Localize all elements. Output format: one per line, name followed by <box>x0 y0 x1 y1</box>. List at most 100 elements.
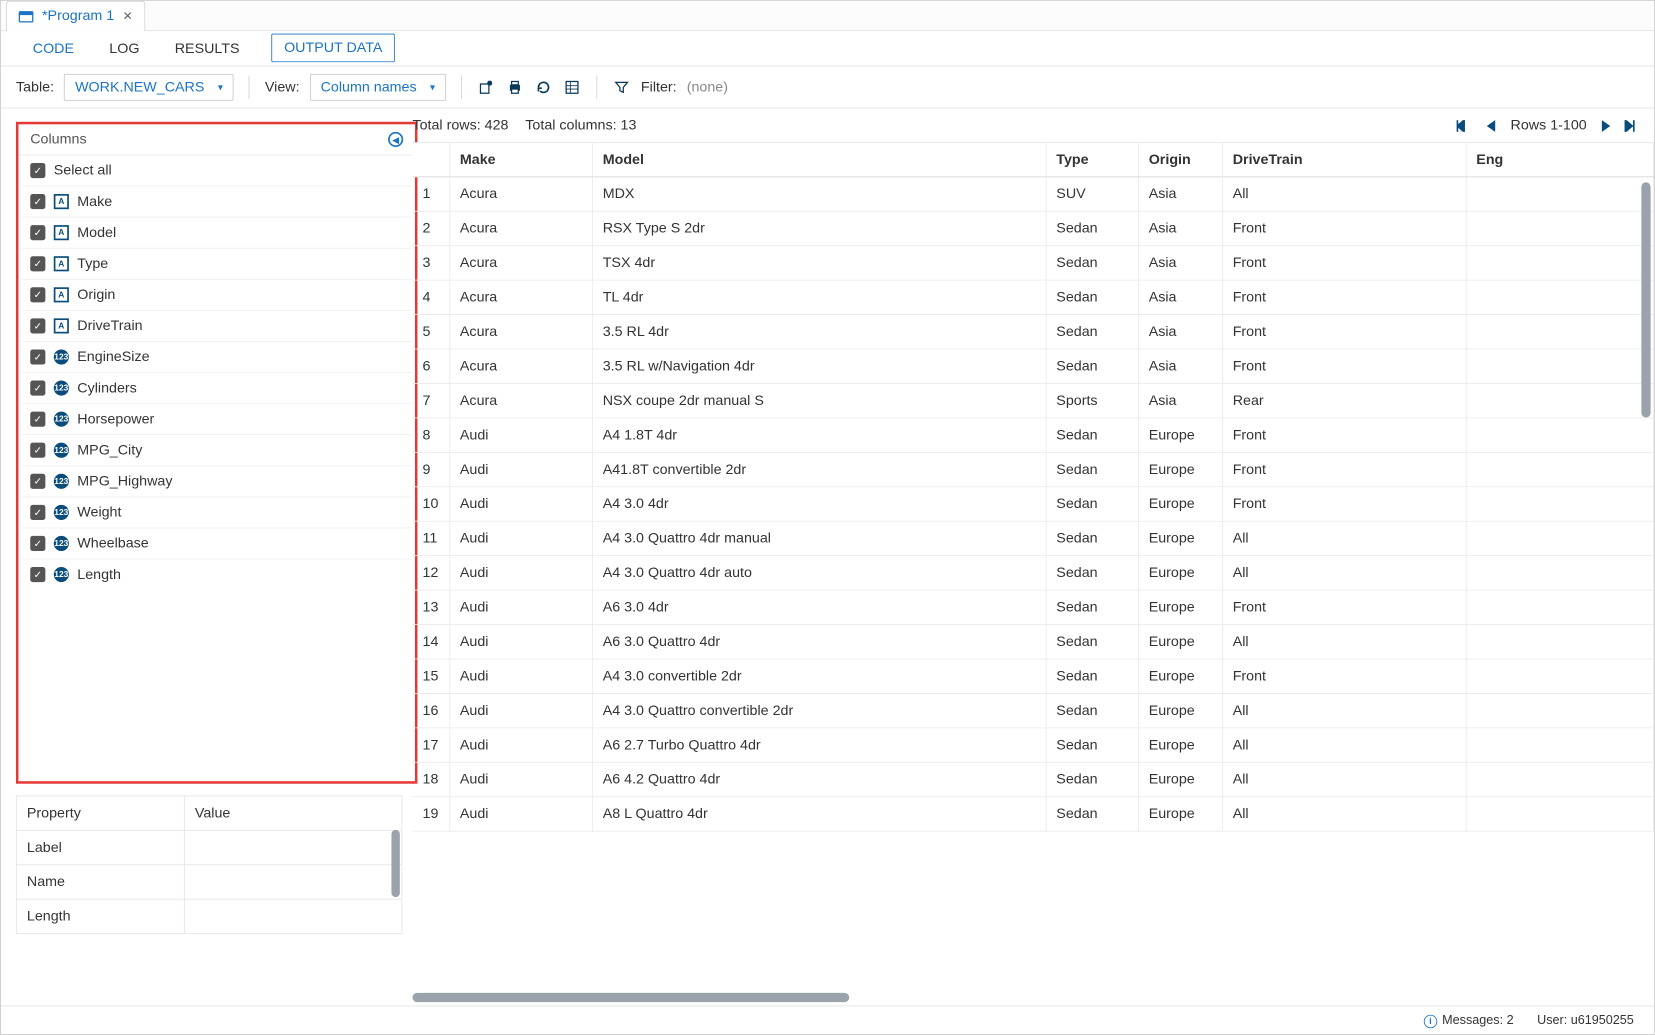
table-row[interactable]: 2AcuraRSX Type S 2drSedanAsiaFront <box>412 211 1653 245</box>
cell: Europe <box>1138 487 1222 521</box>
view-select[interactable]: Column names ▾ <box>310 74 446 101</box>
checkbox-icon[interactable]: ✓ <box>30 443 45 458</box>
cell: Audi <box>449 590 592 624</box>
cell: Europe <box>1138 728 1222 762</box>
filter-icon[interactable] <box>612 78 630 96</box>
col-header[interactable]: Make <box>449 142 592 176</box>
column-row[interactable]: ✓AType <box>22 249 412 280</box>
prop-scrollbar[interactable] <box>391 830 399 897</box>
nav-first-icon[interactable] <box>1457 117 1474 134</box>
table-row[interactable]: 12AudiA4 3.0 Quattro 4dr autoSedanEurope… <box>412 556 1653 590</box>
table-row[interactable]: 3AcuraTSX 4drSedanAsiaFront <box>412 246 1653 280</box>
table-row[interactable]: 5Acura3.5 RL 4drSedanAsiaFront <box>412 315 1653 349</box>
tab-code[interactable]: CODE <box>29 32 77 66</box>
nav-prev-icon[interactable] <box>1485 117 1498 134</box>
table-row[interactable]: 6Acura3.5 RL w/Navigation 4drSedanAsiaFr… <box>412 349 1653 383</box>
checkbox-icon[interactable]: ✓ <box>30 256 45 271</box>
checkbox-icon[interactable]: ✓ <box>30 474 45 489</box>
table-row[interactable]: 16AudiA4 3.0 Quattro convertible 2drSeda… <box>412 693 1653 727</box>
col-header[interactable]: Origin <box>1138 142 1222 176</box>
checkbox-icon[interactable]: ✓ <box>30 536 45 551</box>
col-header[interactable]: DriveTrain <box>1222 142 1466 176</box>
column-row[interactable]: ✓123MPG_Highway <box>22 466 412 497</box>
col-header[interactable]: Model <box>592 142 1046 176</box>
cell: Acura <box>449 383 592 417</box>
checkbox-icon[interactable]: ✓ <box>30 505 45 520</box>
tab-results[interactable]: RESULTS <box>171 32 243 66</box>
table-row[interactable]: 19AudiA8 L Quattro 4drSedanEuropeAll <box>412 797 1653 831</box>
horizontal-scrollbar[interactable] <box>412 993 849 1002</box>
table-row[interactable]: 10AudiA4 3.0 4drSedanEuropeFront <box>412 487 1653 521</box>
checkbox-icon[interactable]: ✓ <box>30 225 45 240</box>
table-row[interactable]: 13AudiA6 3.0 4drSedanEuropeFront <box>412 590 1653 624</box>
column-row[interactable]: ✓123Length <box>22 559 412 589</box>
cell: Sedan <box>1046 693 1138 727</box>
table-row[interactable]: 8AudiA4 1.8T 4drSedanEuropeFront <box>412 418 1653 452</box>
checkbox-icon[interactable]: ✓ <box>30 163 45 178</box>
doc-tab[interactable]: *Program 1 ✕ <box>6 0 145 30</box>
grid-icon[interactable] <box>563 78 581 96</box>
close-icon[interactable]: ✕ <box>123 9 133 23</box>
cell <box>1466 590 1654 624</box>
table-row[interactable]: 15AudiA4 3.0 convertible 2drSedanEuropeF… <box>412 659 1653 693</box>
cell: Audi <box>449 797 592 831</box>
checkbox-icon[interactable]: ✓ <box>30 412 45 427</box>
numeric-type-icon: 123 <box>54 349 69 364</box>
vertical-scrollbar[interactable] <box>1641 182 1650 417</box>
checkbox-icon[interactable]: ✓ <box>30 287 45 302</box>
column-row[interactable]: ✓123Horsepower <box>22 404 412 435</box>
column-row[interactable]: ✓123Weight <box>22 497 412 528</box>
table-row[interactable]: 18AudiA6 4.2 Quattro 4drSedanEuropeAll <box>412 762 1653 796</box>
column-row[interactable]: ✓123Wheelbase <box>22 528 412 559</box>
cell <box>1466 349 1654 383</box>
column-row[interactable]: ✓AModel <box>22 218 412 249</box>
col-header[interactable]: Eng <box>1466 142 1654 176</box>
checkbox-icon[interactable]: ✓ <box>30 194 45 209</box>
table-row[interactable]: 14AudiA6 3.0 Quattro 4drSedanEuropeAll <box>412 625 1653 659</box>
table-row[interactable]: 11AudiA4 3.0 Quattro 4dr manualSedanEuro… <box>412 521 1653 555</box>
column-row[interactable]: ✓123Cylinders <box>22 373 412 404</box>
table-row[interactable]: 9AudiA41.8T convertible 2drSedanEuropeFr… <box>412 452 1653 486</box>
columns-panel: Columns ◀ ✓Select all✓AMake✓AModel✓AType… <box>16 122 418 784</box>
column-name: Origin <box>77 286 115 303</box>
cell <box>1466 211 1654 245</box>
nav-next-icon[interactable] <box>1599 117 1612 134</box>
rows-range: Rows 1-100 <box>1511 117 1587 134</box>
checkbox-icon[interactable]: ✓ <box>30 567 45 582</box>
column-row[interactable]: ✓123EngineSize <box>22 342 412 373</box>
col-header[interactable]: Type <box>1046 142 1138 176</box>
messages-count[interactable]: Messages: 2 <box>1442 1013 1513 1027</box>
tab-log[interactable]: LOG <box>106 32 143 66</box>
cell: Front <box>1222 659 1466 693</box>
cell: Audi <box>449 659 592 693</box>
checkbox-icon[interactable]: ✓ <box>30 381 45 396</box>
cell: All <box>1222 556 1466 590</box>
collapse-icon[interactable]: ◀ <box>388 132 403 147</box>
column-row[interactable]: ✓AMake <box>22 186 412 217</box>
table-row[interactable]: 17AudiA6 2.7 Turbo Quattro 4drSedanEurop… <box>412 728 1653 762</box>
checkbox-icon[interactable]: ✓ <box>30 349 45 364</box>
checkbox-icon[interactable]: ✓ <box>30 318 45 333</box>
cell: NSX coupe 2dr manual S <box>592 383 1046 417</box>
column-row[interactable]: ✓ADriveTrain <box>22 311 412 342</box>
prop-val <box>185 831 402 865</box>
export-icon[interactable] <box>477 78 495 96</box>
table-row[interactable]: 7AcuraNSX coupe 2dr manual SSportsAsiaRe… <box>412 383 1653 417</box>
select-all-row[interactable]: ✓Select all <box>22 155 412 186</box>
cell: Sedan <box>1046 625 1138 659</box>
table-select[interactable]: WORK.NEW_CARS ▾ <box>64 74 234 101</box>
cell: 13 <box>412 590 449 624</box>
tab-output-data[interactable]: OUTPUT DATA <box>271 34 395 63</box>
table-row[interactable]: 1AcuraMDXSUVAsiaAll <box>412 177 1653 211</box>
nav-last-icon[interactable] <box>1624 117 1641 134</box>
info-icon: i <box>1424 1014 1437 1027</box>
col-header[interactable] <box>412 142 449 176</box>
cell: All <box>1222 521 1466 555</box>
table-row[interactable]: 4AcuraTL 4drSedanAsiaFront <box>412 280 1653 314</box>
column-row[interactable]: ✓AOrigin <box>22 280 412 311</box>
column-row[interactable]: ✓123MPG_City <box>22 435 412 466</box>
print-icon[interactable] <box>506 78 524 96</box>
prop-key: Label <box>17 831 185 865</box>
cell: All <box>1222 728 1466 762</box>
refresh-icon[interactable] <box>534 78 552 96</box>
